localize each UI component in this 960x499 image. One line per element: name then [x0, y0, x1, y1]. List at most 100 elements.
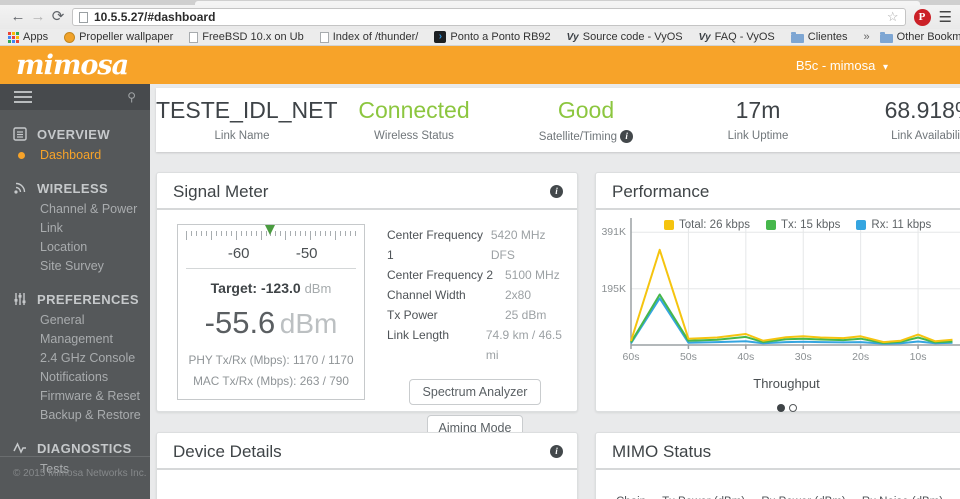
sidebar-item-location[interactable]: Location — [40, 238, 150, 257]
folder-icon — [879, 31, 893, 43]
apps-grid-icon — [8, 31, 19, 43]
target-signal: Target: -123.0 dBm — [178, 280, 364, 296]
overview-icon — [13, 127, 27, 141]
mac-rate-value: 263 / 790 — [299, 374, 349, 388]
svg-text:195K: 195K — [601, 283, 626, 295]
bookmark-clientes[interactable]: Clientes — [790, 31, 848, 43]
device-selector-label: B5c - mimosa — [795, 57, 876, 73]
sidebar-item-link[interactable]: Link — [40, 219, 150, 238]
sidebar-item-general[interactable]: General — [40, 311, 150, 330]
sidebar-item-firmware-reset[interactable]: Firmware & Reset — [40, 387, 150, 406]
stat-label: Link Name — [214, 130, 270, 142]
reload-icon[interactable]: ⟳ — [48, 6, 68, 28]
detail-label: Center Frequency 2 — [387, 268, 494, 282]
bookmark-vyos-faq[interactable]: Vy FAQ - VyOS — [699, 31, 775, 43]
vyos-icon: Vy — [698, 31, 711, 43]
legend-label: Tx: 15 kbps — [780, 219, 841, 231]
panel-header: Device Details i — [157, 433, 577, 470]
stat-label: Satellite/Timing i — [500, 130, 672, 143]
sidebar-item-overview[interactable]: OVERVIEW — [0, 122, 150, 146]
pinterest-extension-icon[interactable]: P — [913, 8, 931, 26]
browser-window: ← → ⟳ 10.5.5.27/#dashboard ☆ P ☰ Apps Pr… — [0, 0, 960, 499]
pin-icon[interactable]: ⚲ — [127, 90, 136, 104]
bookmark-star-icon[interactable]: ☆ — [887, 9, 899, 25]
signal-gauge-ruler: -60 -50 — [186, 225, 356, 269]
mimo-status-columns: Chain Tx Power (dBm) Rx Power (dBm) Rx N… — [596, 470, 960, 499]
sidebar-item-management[interactable]: Management — [40, 330, 150, 349]
stat-link-uptime: 17m Link Uptime — [672, 88, 844, 152]
page-icon — [79, 11, 88, 23]
section-label: DIAGNOSTICS — [37, 440, 132, 456]
browser-toolbar: ← → ⟳ 10.5.5.27/#dashboard ☆ P ☰ — [0, 5, 960, 29]
detail-label: Link Length — [387, 328, 450, 342]
sidebar-item-backup-restore[interactable]: Backup & Restore — [40, 406, 150, 425]
stat-label: Link Uptime — [727, 130, 789, 142]
sidebar-item-24ghz-console[interactable]: 2.4 GHz Console — [40, 349, 150, 368]
info-icon[interactable]: i — [550, 445, 563, 458]
bookmarks-bar: Apps Propeller wallpaper FreeBSD 10.x on… — [0, 29, 960, 46]
section-overview: OVERVIEW Dashboard — [0, 122, 150, 165]
copyright: © 2015 Mimosa Networks Inc. — [13, 468, 147, 479]
stat-label-text: Satellite/Timing — [538, 131, 617, 143]
wireless-status-value: Connected — [358, 97, 470, 123]
sidebar-nav: OVERVIEW Dashboard WIRELESS Channel & Po… — [0, 110, 150, 479]
signal-gauge: -60 -50 Target: -123.0 dBm -55.6 dBm PHY… — [177, 224, 365, 400]
panel-title: Performance — [612, 182, 710, 201]
bookmark-propeller[interactable]: Propeller wallpaper — [64, 31, 173, 43]
chevron-down-icon: ▾ — [882, 61, 888, 73]
mimo-status-panel: MIMO Status Chain Tx Power (dBm) Rx Powe… — [595, 432, 960, 499]
sidebar-item-site-survey[interactable]: Site Survey — [40, 257, 150, 276]
current-signal-value: -55.6 — [204, 305, 276, 340]
pagination-dot[interactable] — [788, 404, 797, 412]
spectrum-analyzer-button[interactable]: Spectrum Analyzer — [408, 379, 542, 405]
bookmark-freebsd[interactable]: FreeBSD 10.x on Ub — [189, 31, 304, 43]
sidebar-item-notifications[interactable]: Notifications — [40, 368, 150, 387]
satellite-timing-value: Good — [557, 97, 615, 123]
current-signal-unit: dBm — [279, 308, 338, 339]
device-selector[interactable]: B5c - mimosa ▾ — [796, 58, 888, 73]
chart-pagination — [596, 399, 960, 417]
detail-value: 25 dBm — [505, 308, 547, 322]
pagination-dot-active[interactable] — [776, 404, 785, 412]
sidebar-item-wireless[interactable]: WIRELESS — [0, 176, 150, 200]
svg-text:50s: 50s — [680, 351, 697, 363]
info-icon[interactable]: i — [550, 185, 563, 198]
bookmark-vyos-source[interactable]: Vy Source code - VyOS — [567, 31, 683, 43]
bookmark-label: Clientes — [807, 31, 848, 43]
link-status-bar: TESTE_IDL_NET Link Name Connected Wirele… — [156, 88, 960, 152]
preferences-icon — [14, 293, 26, 305]
sidebar-collapse-icon[interactable] — [14, 88, 32, 106]
detail-label: Tx Power — [387, 308, 438, 322]
svg-text:40s: 40s — [737, 351, 754, 363]
section-label: WIRELESS — [37, 180, 109, 196]
device-details-panel: Device Details i Local Remote — [156, 432, 578, 499]
stat-link-availability: 68.918% Link Availability — [844, 88, 960, 152]
url-text[interactable]: 10.5.5.27/#dashboard — [94, 10, 887, 24]
detail-label: Center Frequency 1 — [387, 228, 484, 262]
vyos-icon: Vy — [566, 31, 579, 43]
detail-row: Tx Power 25 dBm — [387, 305, 563, 325]
forward-icon[interactable]: → — [28, 6, 48, 28]
phy-rate: PHY Tx/Rx (Mbps): 1170 / 1170 — [178, 353, 364, 367]
svg-text:391K: 391K — [601, 226, 626, 238]
sidebar-item-channel-power[interactable]: Channel & Power — [40, 200, 150, 219]
bookmark-apps[interactable]: Apps — [8, 31, 48, 43]
bookmarks-overflow-icon[interactable]: » — [864, 31, 870, 43]
info-icon[interactable]: i — [620, 130, 634, 143]
url-bar[interactable]: 10.5.5.27/#dashboard ☆ — [72, 8, 906, 26]
stat-label: Link Availability — [891, 130, 960, 142]
main-content: TESTE_IDL_NET Link Name Connected Wirele… — [150, 84, 960, 499]
detail-label: Channel Width — [387, 288, 466, 302]
bookmark-other-bookmarks[interactable]: Other Bookmarks — [879, 31, 960, 43]
browser-menu-icon[interactable]: ☰ — [939, 8, 952, 26]
bookmark-index-thunder[interactable]: Index of /thunder/ — [319, 31, 418, 43]
bookmark-ponto[interactable]: › Ponto a Ponto RB92 — [434, 31, 551, 43]
detail-row: Center Frequency 1 5420 MHz DFS — [387, 225, 563, 265]
bookmark-label: Propeller wallpaper — [79, 31, 174, 43]
sidebar-item-preferences[interactable]: PREFERENCES — [0, 287, 150, 311]
sidebar-item-dashboard[interactable]: Dashboard — [18, 146, 150, 165]
legend-label: Rx: 11 kbps — [871, 219, 932, 231]
bookmark-label: FreeBSD 10.x on Ub — [202, 31, 304, 43]
back-icon[interactable]: ← — [8, 6, 28, 28]
detail-row: Channel Width 2x80 — [387, 285, 563, 305]
